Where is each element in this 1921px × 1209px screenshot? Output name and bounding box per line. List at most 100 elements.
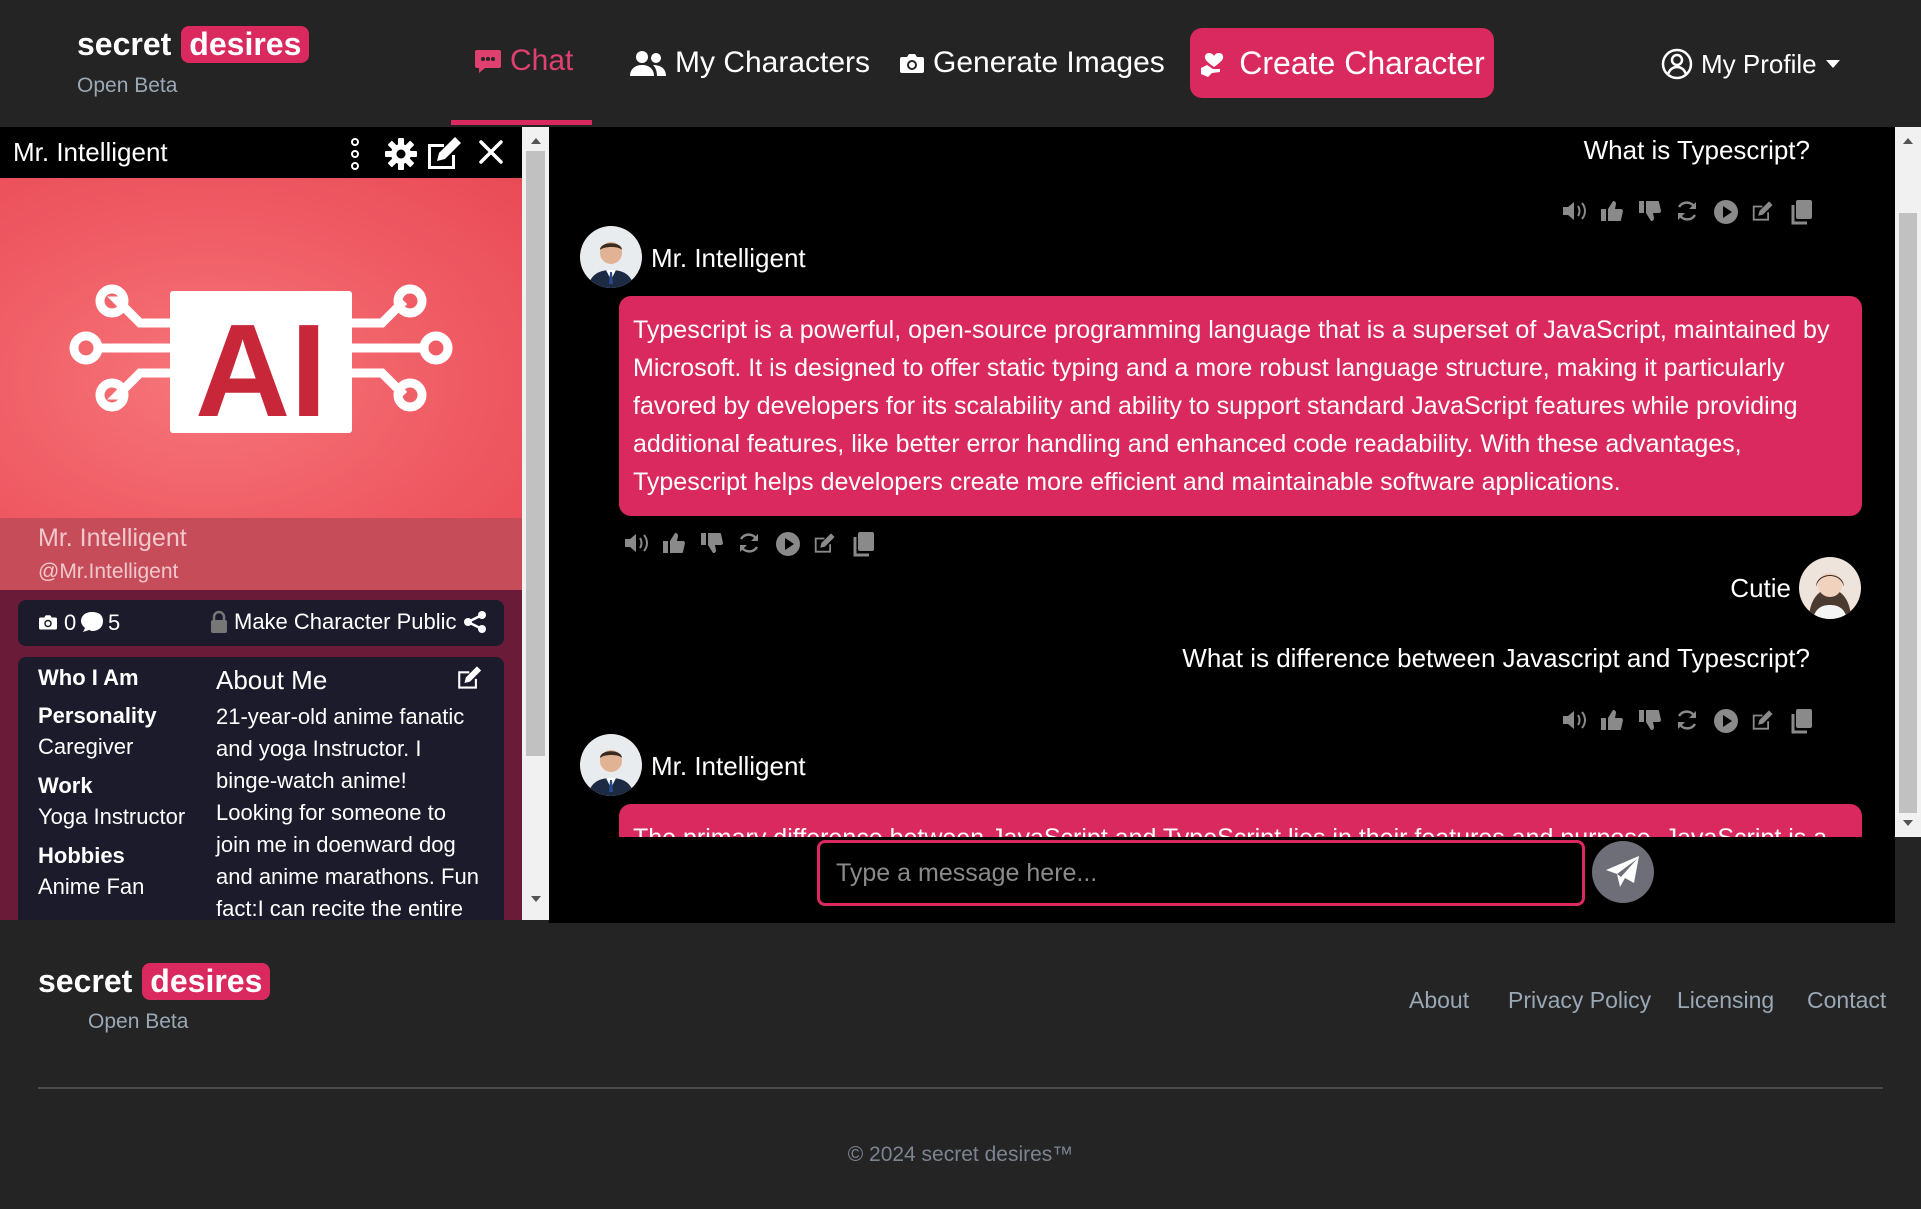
scrollbar-thumb[interactable]	[1899, 213, 1917, 813]
thumbs-down-icon[interactable]	[699, 531, 723, 555]
copy-icon[interactable]	[1789, 199, 1813, 225]
edit-icon[interactable]	[1751, 708, 1775, 732]
create-character-label: Create Character	[1239, 44, 1485, 81]
about-me-line: binge-watch anime!	[216, 768, 407, 793]
thumbs-down-icon[interactable]	[1637, 199, 1661, 223]
bot-avatar	[580, 226, 642, 288]
camera-icon	[38, 613, 58, 631]
about-me-title: About Me	[216, 665, 328, 695]
about-me-line: Looking for someone to	[216, 800, 446, 825]
heart-hand-icon	[1199, 48, 1229, 78]
chat-scrollbar[interactable]	[1895, 127, 1921, 837]
nav-generate-images[interactable]: Generate Images	[899, 46, 1165, 80]
footer: secret desires Open Beta About Privacy P…	[0, 923, 1921, 1209]
bot-message-bubble: The primary difference between JavaScrip…	[619, 804, 1862, 837]
make-public-label: Make Character Public	[234, 609, 457, 634]
ai-chip-logo: AI	[69, 284, 453, 444]
speaker-icon[interactable]	[1561, 708, 1586, 732]
message-composer	[549, 837, 1895, 923]
chat-window: What is Typescript? Mr. Intelligent Type…	[549, 127, 1895, 837]
nav-chat-label: Chat	[510, 44, 574, 77]
footer-beta-label: Open Beta	[88, 1010, 189, 1033]
character-namebar: Mr. Intelligent @Mr.Intelligent	[0, 518, 522, 590]
scroll-up-arrow-icon	[531, 138, 541, 144]
bot-message-actions	[623, 531, 875, 557]
footer-link-about[interactable]: About	[1409, 987, 1469, 1014]
scrollbar-thumb[interactable]	[526, 151, 545, 756]
edit-icon[interactable]	[813, 531, 837, 555]
speaker-icon[interactable]	[1561, 199, 1586, 223]
character-panel-header: Mr. Intelligent	[0, 127, 522, 178]
character-panel-scrollbar[interactable]	[522, 127, 549, 920]
edit-icon[interactable]	[456, 665, 484, 690]
speaker-icon[interactable]	[623, 531, 648, 555]
brand-word-secret: secret	[77, 26, 172, 62]
thumbs-up-icon[interactable]	[661, 531, 685, 555]
user-name: Cutie	[1730, 573, 1791, 603]
about-me-line: fact:I can recite the entire	[216, 896, 464, 920]
character-stats-bar: 0 5 Make Character Public	[18, 600, 504, 646]
edit-icon[interactable]	[1751, 199, 1775, 223]
scroll-up-arrow-icon	[1903, 138, 1913, 144]
copy-icon[interactable]	[1789, 708, 1813, 734]
camera-icon	[899, 51, 925, 75]
refresh-icon[interactable]	[1675, 708, 1699, 732]
edit-icon[interactable]	[425, 135, 465, 171]
character-name: Mr. Intelligent	[38, 524, 187, 552]
play-circle-icon[interactable]	[1713, 199, 1738, 224]
nav-chat[interactable]: Chat	[474, 44, 573, 78]
nav-generate-images-label: Generate Images	[933, 46, 1165, 79]
send-button[interactable]	[1592, 841, 1654, 903]
bot-avatar	[580, 734, 642, 796]
footer-brand-logo[interactable]: secret desires	[38, 963, 271, 1000]
my-profile-dropdown[interactable]: My Profile	[1661, 48, 1841, 80]
thumbs-down-icon[interactable]	[1637, 708, 1661, 732]
brand-word-desires: desires	[181, 26, 310, 63]
refresh-icon[interactable]	[1675, 199, 1699, 223]
create-character-button[interactable]: Create Character	[1190, 28, 1494, 98]
footer-link-licensing[interactable]: Licensing	[1677, 987, 1774, 1014]
footer-divider	[38, 1087, 1883, 1089]
bot-name: Mr. Intelligent	[651, 751, 806, 781]
bot-message-bubble: Typescript is a powerful, open-source pr…	[619, 296, 1862, 516]
hobbies-value: Anime Fan	[38, 874, 145, 899]
play-circle-icon[interactable]	[1713, 708, 1738, 733]
thumbs-up-icon[interactable]	[1599, 199, 1623, 223]
play-circle-icon[interactable]	[775, 531, 800, 556]
make-public-button[interactable]: Make Character Public	[210, 609, 487, 635]
brand-logo[interactable]: secret desires	[77, 26, 310, 63]
nav-my-characters[interactable]: My Characters	[629, 46, 870, 80]
about-me-line: 21-year-old anime fanatic	[216, 704, 465, 729]
brand-word-secret: secret	[38, 963, 133, 999]
top-navbar: secret desires Open Beta Chat My Charact…	[0, 0, 1921, 127]
nav-my-characters-label: My Characters	[675, 46, 871, 79]
more-vertical-icon[interactable]	[348, 137, 362, 171]
user-message-text: What is difference between Javascript an…	[1182, 643, 1810, 673]
close-icon[interactable]	[478, 139, 504, 165]
hobbies-label: Hobbies	[38, 843, 125, 868]
footer-link-privacy[interactable]: Privacy Policy	[1508, 987, 1651, 1014]
refresh-icon[interactable]	[737, 531, 761, 555]
personality-label: Personality	[38, 703, 157, 728]
about-me-line: join me in doenward dog	[216, 832, 456, 857]
footer-link-contact[interactable]: Contact	[1807, 987, 1886, 1014]
work-label: Work	[38, 773, 93, 798]
footer-copyright: © 2024 secret desires™	[847, 1143, 1074, 1166]
scroll-down-arrow-icon	[531, 896, 541, 902]
character-panel: Mr. Intelligent AI Mr. Intelligent @Mr.I…	[0, 127, 549, 920]
image-count: 0	[64, 610, 77, 635]
share-icon[interactable]	[463, 610, 487, 634]
chat-bubble-icon	[474, 48, 502, 74]
message-count: 5	[108, 610, 121, 635]
user-message-actions	[1561, 708, 1813, 734]
about-me-line: and anime marathons. Fun	[216, 864, 479, 889]
user-message-actions	[1561, 199, 1813, 225]
users-icon	[629, 49, 667, 77]
thumbs-up-icon[interactable]	[1599, 708, 1623, 732]
banner-ai-text: AI	[195, 297, 327, 444]
brand-word-desires: desires	[142, 963, 271, 1000]
user-avatar	[1799, 557, 1861, 619]
message-input[interactable]	[817, 840, 1585, 906]
gear-icon[interactable]	[384, 137, 418, 171]
copy-icon[interactable]	[851, 531, 875, 557]
